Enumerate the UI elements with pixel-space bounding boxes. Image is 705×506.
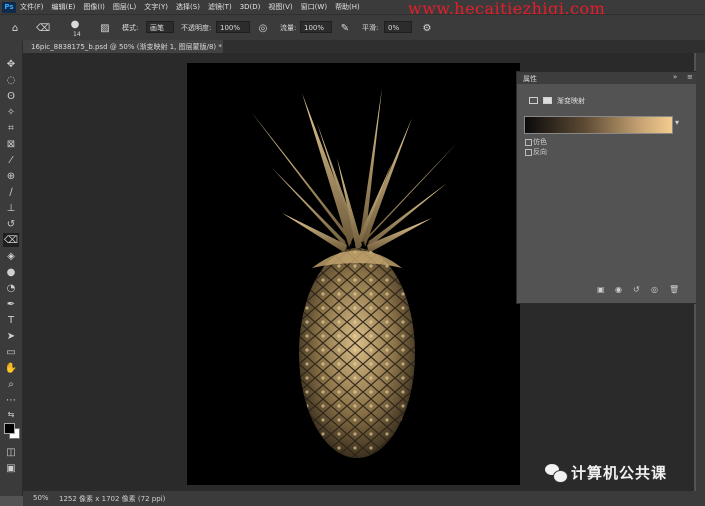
gradient-dropdown-icon[interactable]: ▾ (675, 118, 679, 127)
crop-tool-icon[interactable]: ⌗ (3, 121, 19, 135)
smooth-label: 平滑: (362, 24, 379, 32)
delete-adjustment-icon[interactable]: 🗑 (669, 285, 679, 294)
menu-file[interactable]: 文件(F) (20, 2, 44, 12)
brush-preset-icon[interactable]: ● (68, 17, 82, 31)
swap-colors-icon[interactable]: ⇆ (3, 407, 19, 421)
wechat-watermark: 计算机公共课 (545, 462, 667, 483)
layer-mask-icon[interactable] (543, 97, 552, 104)
menu-help[interactable]: 帮助(H) (335, 2, 360, 12)
document-dimensions[interactable]: 1252 像素 x 1702 像素 (72 ppi) (59, 494, 165, 504)
flow-label: 流量: (280, 24, 297, 32)
airbrush-icon[interactable]: ✎ (338, 21, 352, 35)
healing-brush-tool-icon[interactable]: ⊕ (3, 169, 19, 183)
rectangle-tool-icon[interactable]: ▭ (3, 345, 19, 359)
menu-window[interactable]: 窗口(W) (301, 2, 327, 12)
zoom-level[interactable]: 50% (33, 494, 49, 502)
eraser-tool-icon[interactable]: ⌫ (36, 21, 50, 35)
menu-image[interactable]: 图像(I) (83, 2, 105, 12)
pressure-opacity-icon[interactable]: ◎ (256, 21, 270, 35)
flow-input[interactable]: 100% (300, 21, 332, 33)
paint-bucket-tool-icon[interactable]: ◈ (3, 249, 19, 263)
watermark-text: 计算机公共课 (571, 464, 668, 482)
mode-select[interactable]: 画笔 (146, 21, 174, 33)
brush-settings-icon[interactable]: ▨ (98, 21, 112, 35)
tools-panel: ✥ ◌ ʘ ✧ ⌗ ⊠ ⁄ ⊕ ∕ ⊥ ↺ ⌫ ◈ ● ◔ ✒ T ➤ ▭ ✋ … (0, 41, 23, 496)
photoshop-logo: Ps (2, 1, 16, 13)
reverse-label: 反向 (533, 148, 547, 156)
smoothing-options-icon[interactable]: ⚙ (420, 21, 434, 35)
reset-adjustments-icon[interactable]: ↺ (633, 285, 640, 294)
document-tab[interactable]: 16pic_8838175_b.psd @ 50% (渐变映射 1, 图层蒙版/… (23, 40, 224, 53)
zoom-tool-icon[interactable]: ⌕ (3, 377, 19, 391)
blur-tool-icon[interactable]: ● (3, 265, 19, 279)
menu-bar: Ps 文件(F) 编辑(E) 图像(I) 图层(L) 文字(Y) 选择(S) 滤… (0, 0, 705, 18)
adjustment-layer-icon (529, 97, 538, 104)
dodge-tool-icon[interactable]: ◔ (3, 281, 19, 295)
view-previous-state-icon[interactable]: ◉ (615, 285, 622, 294)
home-icon[interactable]: ⌂ (8, 21, 22, 35)
reverse-checkbox[interactable] (525, 149, 532, 156)
clone-stamp-tool-icon[interactable]: ⊥ (3, 201, 19, 215)
wechat-logo-icon (545, 463, 568, 483)
menu-layer[interactable]: 图层(L) (113, 2, 136, 12)
toggle-visibility-icon[interactable]: ◎ (651, 285, 658, 294)
marquee-tool-icon[interactable]: ◌ (3, 73, 19, 87)
dither-label: 仿色 (533, 138, 547, 146)
gradient-map-bar[interactable] (524, 116, 673, 134)
menu-filter[interactable]: 滤镜(T) (208, 2, 232, 12)
foreground-color-swatch[interactable] (4, 423, 15, 434)
hand-tool-icon[interactable]: ✋ (3, 361, 19, 375)
mode-label: 模式: (122, 24, 139, 32)
magic-wand-tool-icon[interactable]: ✧ (3, 105, 19, 119)
brush-size-value: 14 (73, 31, 81, 38)
more-tools-icon[interactable]: ⋯ (3, 393, 19, 407)
screen-mode-icon[interactable]: ▣ (3, 461, 19, 475)
history-brush-tool-icon[interactable]: ↺ (3, 217, 19, 231)
move-tool-icon[interactable]: ✥ (3, 57, 19, 71)
properties-panel: 属性 » ≡ 渐变映射 ▾ 仿色 反向 ▣ ◉ ↺ ◎ 🗑 (516, 71, 698, 304)
properties-panel-header: 属性 » ≡ (517, 72, 697, 84)
collapse-panel-icon[interactable]: » (673, 73, 677, 81)
menu-3d[interactable]: 3D(D) (240, 3, 261, 11)
pen-tool-icon[interactable]: ✒ (3, 297, 19, 311)
opacity-label: 不透明度: (181, 24, 212, 32)
menu-edit[interactable]: 编辑(E) (52, 2, 76, 12)
status-bar: 50% 1252 像素 x 1702 像素 (72 ppi) (23, 491, 705, 506)
menu-type[interactable]: 文字(Y) (144, 2, 168, 12)
adjustment-name: 渐变映射 (557, 97, 585, 105)
document-canvas[interactable] (187, 63, 520, 485)
right-dock (696, 53, 705, 491)
quick-mask-icon[interactable]: ◫ (3, 445, 19, 459)
menu-view[interactable]: 视图(V) (268, 2, 292, 12)
pineapple-image (252, 88, 457, 458)
properties-panel-title: 属性 (523, 75, 537, 83)
eraser-tool-icon[interactable]: ⌫ (3, 233, 19, 247)
path-selection-tool-icon[interactable]: ➤ (3, 329, 19, 343)
menu-select[interactable]: 选择(S) (176, 2, 200, 12)
brush-tool-icon[interactable]: ∕ (3, 185, 19, 199)
type-tool-icon[interactable]: T (3, 313, 19, 327)
panel-menu-icon[interactable]: ≡ (687, 73, 693, 81)
frame-tool-icon[interactable]: ⊠ (3, 137, 19, 151)
clip-to-layer-icon[interactable]: ▣ (597, 285, 605, 294)
smooth-input[interactable]: 0% (384, 21, 412, 33)
tab-strip (223, 40, 705, 53)
dither-checkbox[interactable] (525, 139, 532, 146)
options-bar: ⌂ ⌫ ● 14 ▨ 模式: 画笔 不透明度: 100% ◎ 流量: 100% … (0, 14, 705, 42)
eyedropper-tool-icon[interactable]: ⁄ (3, 153, 19, 167)
lasso-tool-icon[interactable]: ʘ (3, 89, 19, 103)
opacity-input[interactable]: 100% (216, 21, 250, 33)
document-tab-title: 16pic_8838175_b.psd @ 50% (渐变映射 1, 图层蒙版/… (31, 43, 222, 51)
